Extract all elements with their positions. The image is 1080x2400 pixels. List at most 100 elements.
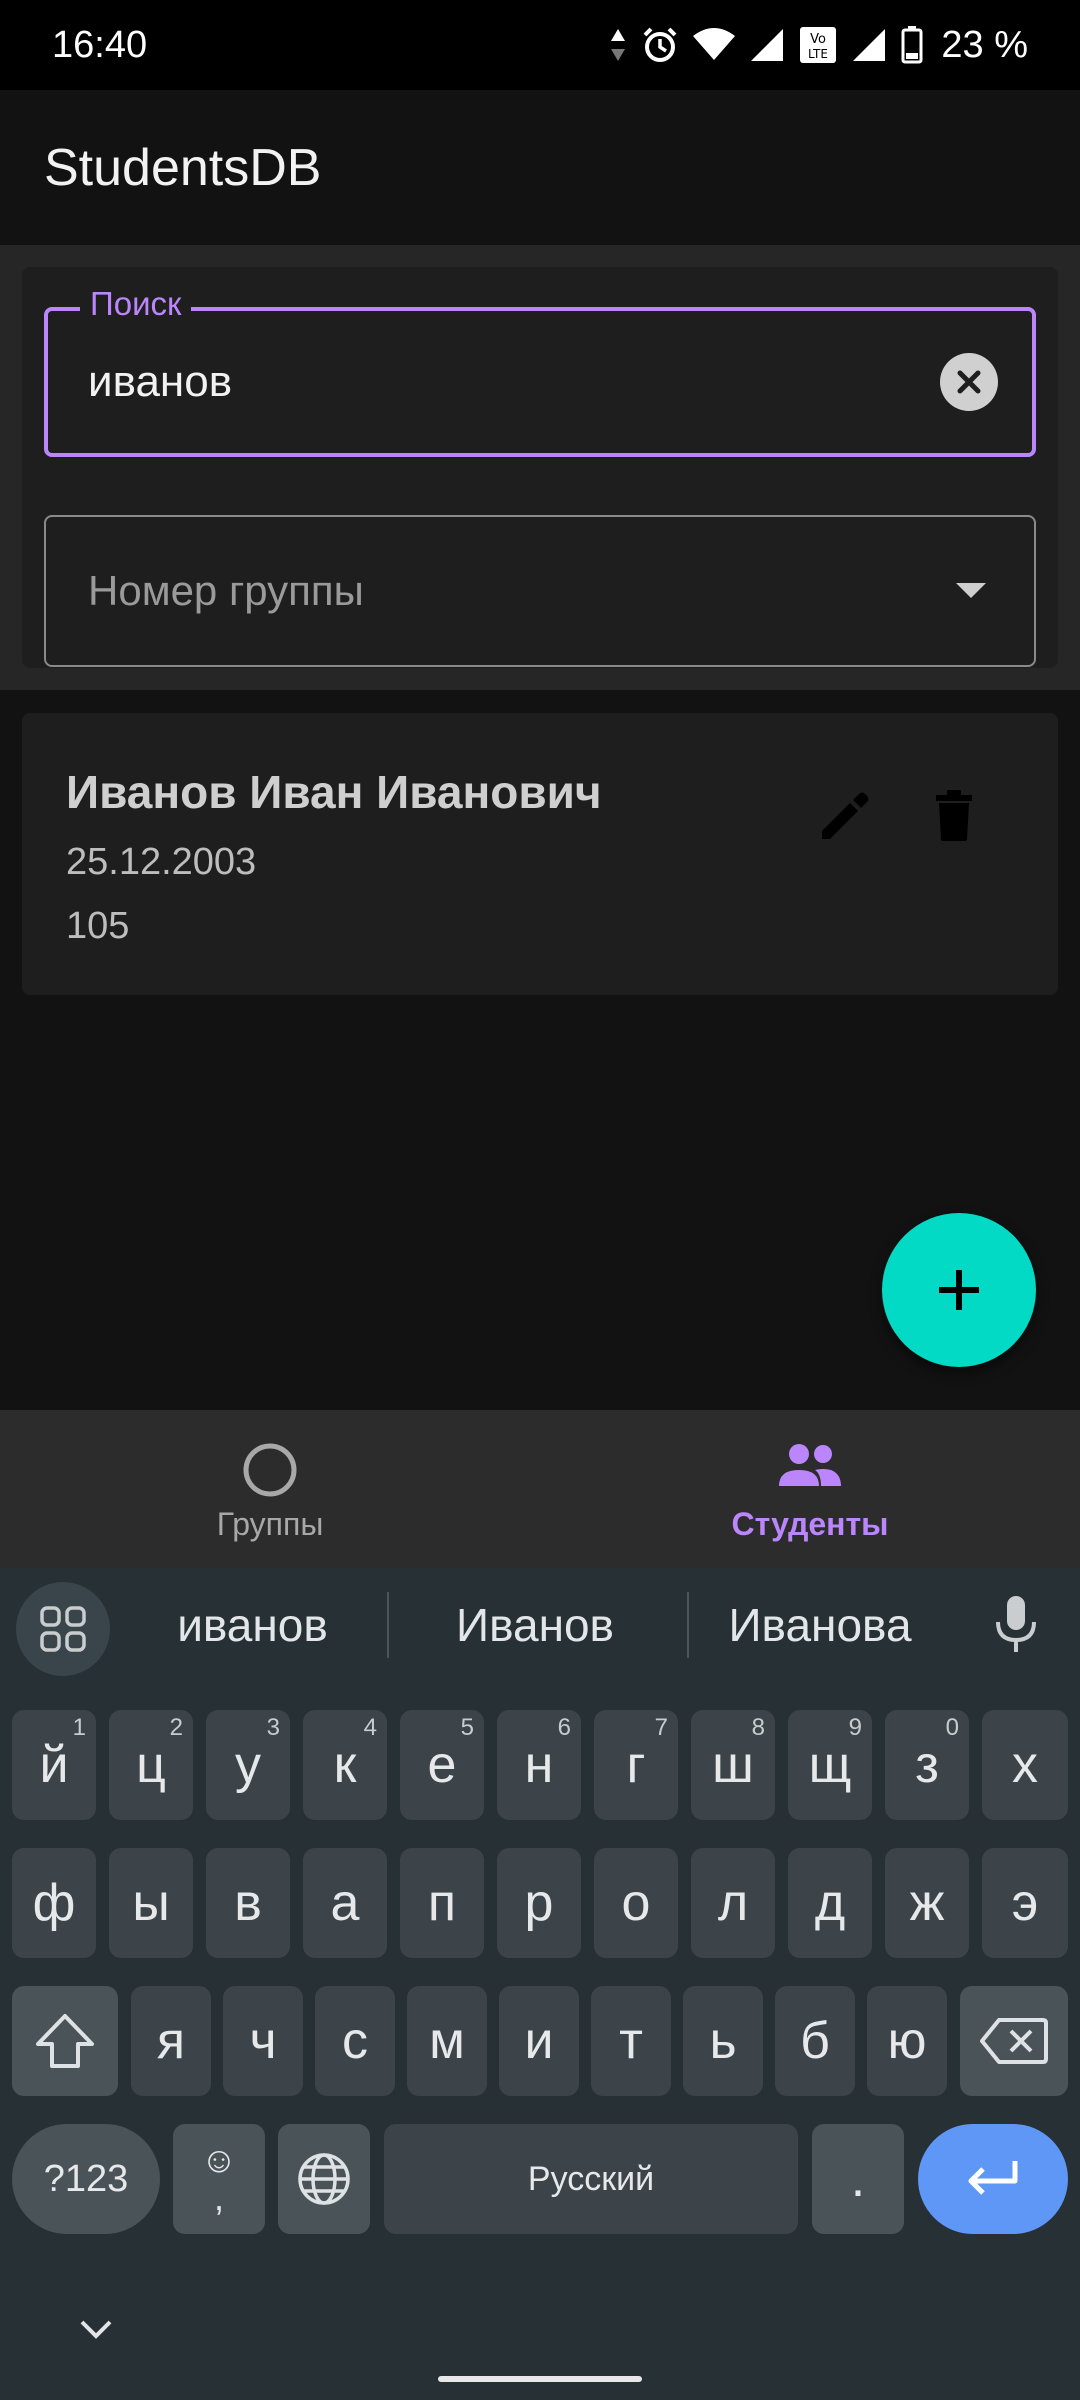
key[interactable]: ю bbox=[867, 1986, 947, 2096]
key[interactable]: м bbox=[407, 1986, 487, 2096]
key[interactable]: и bbox=[499, 1986, 579, 2096]
key[interactable]: ц2 bbox=[109, 1710, 193, 1820]
emoji-icon: ☺ bbox=[200, 2139, 238, 2180]
key[interactable]: р bbox=[497, 1848, 581, 1958]
alarm-icon bbox=[643, 27, 677, 62]
svg-text:Vo: Vo bbox=[810, 32, 826, 47]
key[interactable]: з0 bbox=[885, 1710, 969, 1820]
backspace-key[interactable] bbox=[960, 1986, 1068, 2096]
status-bar: 16:40 Vo LTE 23 % bbox=[0, 0, 1080, 90]
circle-icon bbox=[243, 1443, 297, 1497]
add-student-button[interactable] bbox=[882, 1213, 1036, 1367]
suggestion-1[interactable]: иванов bbox=[130, 1598, 375, 1652]
app-title: StudentsDB bbox=[44, 138, 322, 197]
student-card[interactable]: Иванов Иван Иванович 25.12.2003 105 bbox=[22, 713, 1058, 995]
keyboard-apps-button[interactable] bbox=[16, 1582, 110, 1676]
key[interactable]: ы bbox=[109, 1848, 193, 1958]
key[interactable]: г7 bbox=[594, 1710, 678, 1820]
key[interactable]: п bbox=[400, 1848, 484, 1958]
pencil-icon bbox=[822, 792, 869, 839]
search-label: Поиск bbox=[80, 285, 192, 323]
period-key[interactable]: . bbox=[812, 2124, 904, 2234]
key[interactable]: т bbox=[591, 1986, 671, 2096]
hide-keyboard-button[interactable] bbox=[78, 2318, 114, 2345]
search-input[interactable]: иванов bbox=[88, 357, 232, 407]
group-number-placeholder: Номер группы bbox=[88, 567, 364, 614]
volte-icon: Vo LTE bbox=[800, 27, 837, 63]
enter-key[interactable] bbox=[918, 2124, 1068, 2234]
key[interactable]: ь bbox=[683, 1986, 763, 2096]
nav-item-students[interactable]: Студенты bbox=[540, 1410, 1080, 1568]
key[interactable]: б bbox=[775, 1986, 855, 2096]
key[interactable]: ф bbox=[12, 1848, 96, 1958]
nav-item-groups[interactable]: Группы bbox=[0, 1410, 540, 1568]
key[interactable]: к4 bbox=[303, 1710, 387, 1820]
key[interactable]: в bbox=[206, 1848, 290, 1958]
grid-icon bbox=[40, 1606, 86, 1652]
bottom-navigation: Группы Студенты bbox=[0, 1410, 1080, 1568]
keyboard: иванов Иванов Иванова й1 ц2 у3 к4 е5 н6 … bbox=[0, 1568, 1080, 2400]
shift-icon bbox=[36, 2014, 94, 2068]
student-birth-date: 25.12.2003 bbox=[66, 841, 257, 883]
key[interactable]: а bbox=[303, 1848, 387, 1958]
space-key[interactable]: Русский bbox=[384, 2124, 798, 2234]
symbols-key[interactable]: ?123 bbox=[12, 2124, 160, 2234]
enter-icon bbox=[968, 2161, 1018, 2195]
nav-label-groups: Группы bbox=[216, 1506, 324, 1542]
filter-card: Поиск иванов Номер группы bbox=[22, 267, 1058, 668]
search-field[interactable]: Поиск иванов bbox=[44, 285, 1036, 457]
comma-label: , bbox=[213, 2177, 224, 2218]
microphone-icon bbox=[996, 1596, 1036, 1652]
key[interactable]: щ9 bbox=[788, 1710, 872, 1820]
suggestion-2[interactable]: Иванов bbox=[410, 1598, 660, 1652]
key[interactable]: я bbox=[131, 1986, 211, 2096]
key[interactable]: ш8 bbox=[691, 1710, 775, 1820]
key[interactable]: д bbox=[788, 1848, 872, 1958]
suggestion-divider bbox=[387, 1592, 389, 1658]
status-time: 16:40 bbox=[52, 23, 148, 66]
key[interactable]: о bbox=[594, 1848, 678, 1958]
group-number-dropdown[interactable]: Номер группы bbox=[44, 515, 1036, 667]
signal-icon bbox=[751, 29, 784, 61]
status-icons: Vo LTE 23 % bbox=[609, 24, 1028, 67]
key[interactable]: л bbox=[691, 1848, 775, 1958]
nav-label-students: Студенты bbox=[731, 1506, 889, 1542]
student-group: 105 bbox=[66, 905, 130, 947]
home-indicator[interactable] bbox=[438, 2376, 642, 2382]
trash-icon bbox=[936, 790, 972, 841]
edit-student-button[interactable] bbox=[812, 785, 876, 849]
key[interactable]: н6 bbox=[497, 1710, 581, 1820]
voice-input-button[interactable] bbox=[990, 1594, 1042, 1661]
key[interactable]: у3 bbox=[206, 1710, 290, 1820]
student-name: Иванов Иван Иванович bbox=[66, 766, 602, 818]
filter-section: Поиск иванов Номер группы bbox=[0, 245, 1080, 690]
key[interactable]: х bbox=[982, 1710, 1068, 1820]
emoji-comma-key[interactable]: ☺ , bbox=[173, 2124, 265, 2234]
key[interactable]: с bbox=[315, 1986, 395, 2096]
signal-icon bbox=[853, 29, 886, 61]
language-key[interactable] bbox=[278, 2124, 370, 2234]
suggestion-bar: иванов Иванов Иванова bbox=[0, 1568, 1080, 1686]
close-icon bbox=[957, 370, 981, 394]
battery-icon bbox=[901, 26, 923, 64]
key[interactable]: ж bbox=[885, 1848, 969, 1958]
key[interactable]: э bbox=[982, 1848, 1068, 1958]
shift-key[interactable] bbox=[12, 1986, 118, 2096]
suggestion-3[interactable]: Иванова bbox=[700, 1598, 940, 1652]
backspace-icon bbox=[980, 2018, 1048, 2064]
delete-student-button[interactable] bbox=[922, 783, 986, 847]
key[interactable]: е5 bbox=[400, 1710, 484, 1820]
key[interactable]: й1 bbox=[12, 1710, 96, 1820]
suggestion-divider bbox=[687, 1592, 689, 1658]
wifi-icon bbox=[693, 28, 736, 60]
screen: 16:40 Vo LTE 23 % StudentsDB Поиск ивано… bbox=[0, 0, 1080, 2400]
svg-text:LTE: LTE bbox=[808, 47, 828, 61]
data-arrows-icon bbox=[611, 29, 626, 61]
chevron-down-icon bbox=[80, 2320, 112, 2339]
people-icon bbox=[779, 1444, 841, 1486]
battery-level: 23 % bbox=[941, 23, 1028, 66]
key[interactable]: ч bbox=[223, 1986, 303, 2096]
dropdown-arrow-icon bbox=[956, 583, 986, 598]
clear-search-button[interactable] bbox=[940, 353, 998, 411]
app-bar: StudentsDB bbox=[0, 90, 1080, 245]
